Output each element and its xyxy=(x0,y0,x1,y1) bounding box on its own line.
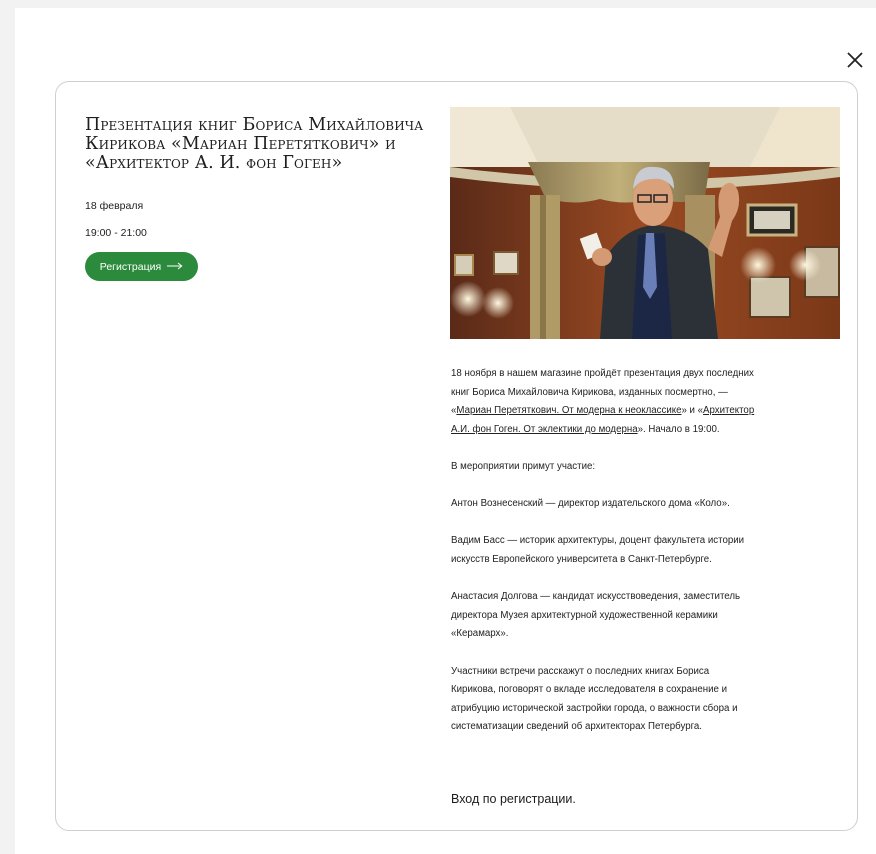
event-modal: Презентация книг Бориса Михайловича Кири… xyxy=(15,8,876,854)
event-date: 18 февраля xyxy=(85,200,144,212)
description-intro: 18 ноября в нашем магазине пройдёт презе… xyxy=(451,365,756,439)
register-button[interactable]: Регистрация xyxy=(85,252,198,281)
register-label: Регистрация xyxy=(99,260,162,273)
book-link-peretyatkovich[interactable]: Мариан Перетяткович. От модерна к неокла… xyxy=(456,405,681,416)
intro-text-3: ». Начало в 19:00. xyxy=(637,423,720,435)
participant-dolgova: Анастасия Долгова — кандидат искусствове… xyxy=(451,591,741,640)
participants-heading: В мероприятии примут участие: xyxy=(451,460,596,472)
event-photo xyxy=(450,107,840,339)
close-icon[interactable] xyxy=(845,50,865,70)
participant-bass: Вадим Басс — историк архитектуры, доцент… xyxy=(451,535,745,565)
event-description: 18 ноября в нашем магазине пройдёт презе… xyxy=(451,365,756,755)
event-info: Презентация книг Бориса Михайловича Кири… xyxy=(85,115,425,281)
event-time: 19:00 - 21:00 xyxy=(85,227,147,239)
description-summary: Участники встречи расскажут о последних … xyxy=(451,665,738,733)
participant-voznesensky: Антон Вознесенский — директор издательск… xyxy=(451,498,730,510)
arrow-right-icon xyxy=(167,261,183,273)
event-card: Презентация книг Бориса Михайловича Кири… xyxy=(55,81,858,831)
entry-note: Вход по регистрации. xyxy=(451,792,576,806)
event-title: Презентация книг Бориса Михайловича Кири… xyxy=(85,115,424,173)
intro-text-2: » и « xyxy=(681,405,704,417)
